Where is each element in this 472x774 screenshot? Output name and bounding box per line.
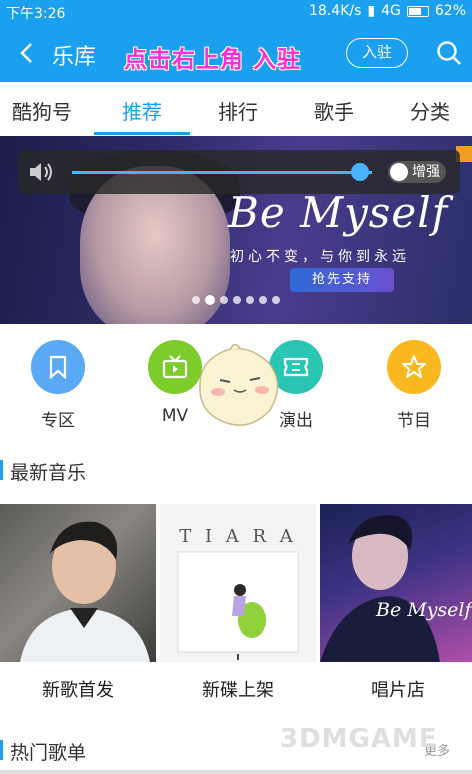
- enhance-toggle[interactable]: 增强: [388, 161, 446, 183]
- app-screen: 下午3:26 18.4K/s ▮ 4G 62% 乐库 点击右上角 入驻 入驻 酷…: [0, 0, 472, 774]
- tab-singers[interactable]: 歌手: [314, 96, 354, 125]
- category-programs[interactable]: 节目: [374, 340, 454, 431]
- volume-slider-track[interactable]: [72, 171, 372, 174]
- section-accent-bar: [0, 740, 3, 760]
- volume-overlay: 增强: [18, 150, 460, 194]
- tab-categories[interactable]: 分类: [410, 96, 450, 125]
- card-cover-image: [0, 504, 156, 662]
- carousel-dot[interactable]: [246, 296, 254, 304]
- carousel-dot[interactable]: [233, 296, 241, 304]
- status-time: 下午3:26: [6, 6, 66, 22]
- carousel-dot[interactable]: [259, 296, 267, 304]
- card-new-songs[interactable]: 新歌首发: [0, 504, 156, 702]
- card-label: 唱片店: [371, 680, 425, 701]
- join-button[interactable]: 入驻: [346, 38, 408, 68]
- status-bar: 下午3:26 18.4K/s ▮ 4G 62%: [0, 0, 472, 24]
- bottom-edge: [0, 770, 472, 774]
- category-label: 节目: [397, 411, 431, 431]
- signal-icon: ▮: [367, 3, 376, 19]
- search-icon: [437, 41, 461, 65]
- card-cover-image: T I A R A: [160, 504, 316, 662]
- tab-recommend[interactable]: 推荐: [122, 96, 162, 125]
- cover-title: Be Myself: [376, 599, 472, 621]
- category-label: 专区: [41, 411, 75, 431]
- banner-subtitle: 初心不变，与你到永远: [230, 249, 410, 265]
- section-new-music: 最新音乐: [0, 450, 472, 490]
- battery-level: 62%: [434, 3, 466, 19]
- banner-title: Be Myself: [228, 188, 449, 237]
- battery-icon: [406, 5, 429, 17]
- network-type: 4G: [381, 3, 401, 19]
- search-button[interactable]: [436, 40, 462, 66]
- carousel-dot[interactable]: [205, 295, 215, 305]
- star-icon: [387, 340, 441, 394]
- banner-support-button[interactable]: 抢先支持: [290, 268, 394, 292]
- back-button[interactable]: [12, 38, 42, 68]
- page-title: 乐库: [52, 45, 97, 70]
- card-cover-image: Be Myself: [320, 504, 472, 662]
- net-speed: 18.4K/s: [309, 3, 362, 19]
- top-tabs: 酷狗号 推荐 排行 歌手 分类: [0, 82, 472, 136]
- section-accent-bar: [0, 460, 3, 480]
- carousel-dots: [192, 295, 280, 305]
- bookmark-icon: [31, 340, 85, 394]
- portrait-illustration: [20, 521, 150, 662]
- volume-slider-knob[interactable]: [351, 163, 369, 181]
- cover-title: T I A R A: [179, 526, 297, 547]
- app-bar: 乐库 点击右上角 入驻 入驻: [0, 24, 472, 82]
- chevron-left-icon: [20, 43, 32, 63]
- section-title: 最新音乐: [10, 462, 87, 484]
- category-zone[interactable]: 专区: [18, 340, 98, 431]
- carousel-dot[interactable]: [220, 296, 228, 304]
- tab-indicator: [94, 132, 190, 135]
- cover-illustration: [320, 515, 440, 662]
- card-label: 新歌首发: [42, 680, 114, 701]
- mascot-sticker: [199, 343, 279, 426]
- carousel-dot[interactable]: [272, 296, 280, 304]
- status-right: 18.4K/s ▮ 4G 62%: [309, 3, 466, 19]
- section-title: 热门歌单: [10, 742, 87, 764]
- card-record-store[interactable]: Be Myself 唱片店: [320, 504, 472, 702]
- promo-text: 点击右上角 入驻: [124, 47, 302, 73]
- speaker-icon: [28, 161, 54, 183]
- card-new-albums[interactable]: T I A R A 新碟上架: [160, 504, 316, 702]
- carousel-dot[interactable]: [192, 296, 200, 304]
- album-cards: 新歌首发 T I A R A 新碟上架 Be Myself 唱片店: [0, 504, 472, 714]
- tab-ranking[interactable]: 排行: [218, 96, 258, 125]
- watermark-logo: 3DMGAME: [280, 724, 438, 754]
- card-label: 新碟上架: [202, 680, 274, 701]
- tab-kugou-hao[interactable]: 酷狗号: [12, 96, 72, 125]
